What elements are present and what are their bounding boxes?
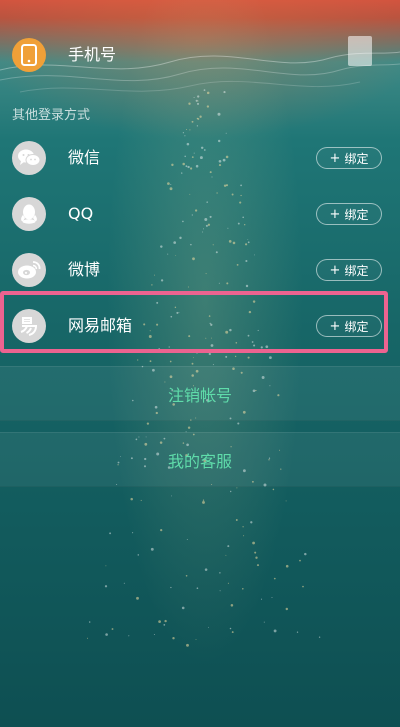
netease-mail-label: 网易邮箱 bbox=[68, 316, 133, 335]
login-row-netease-mail: 网易邮箱 + 绑定 bbox=[0, 298, 400, 354]
phone-icon bbox=[12, 38, 46, 72]
cancel-account-button[interactable]: 注销帐号 bbox=[0, 366, 400, 421]
weibo-icon bbox=[12, 253, 46, 287]
wechat-label: 微信 bbox=[68, 148, 101, 167]
bind-label: 绑定 bbox=[344, 263, 369, 278]
bind-netease-mail-button[interactable]: + 绑定 bbox=[316, 315, 382, 337]
other-login-title: 其他登录方式 bbox=[12, 108, 91, 123]
plus-icon: + bbox=[329, 262, 341, 278]
bind-wechat-button[interactable]: + 绑定 bbox=[316, 147, 382, 169]
login-row-qq: QQ + 绑定 bbox=[0, 186, 400, 242]
bind-label: 绑定 bbox=[344, 207, 369, 222]
login-row-wechat: 微信 + 绑定 bbox=[0, 130, 400, 186]
wechat-icon bbox=[12, 141, 46, 175]
qq-icon bbox=[12, 197, 46, 231]
plus-icon: + bbox=[329, 150, 341, 166]
phone-row[interactable]: 手机号 bbox=[0, 27, 400, 83]
qq-label: QQ bbox=[68, 204, 94, 223]
customer-service-button[interactable]: 我的客服 bbox=[0, 432, 400, 487]
bind-label: 绑定 bbox=[344, 151, 369, 166]
bind-weibo-button[interactable]: + 绑定 bbox=[316, 259, 382, 281]
plus-icon: + bbox=[329, 318, 341, 334]
netease-mail-icon bbox=[12, 309, 46, 343]
bind-label: 绑定 bbox=[344, 319, 369, 334]
phone-label: 手机号 bbox=[68, 45, 117, 64]
bind-qq-button[interactable]: + 绑定 bbox=[316, 203, 382, 225]
plus-icon: + bbox=[329, 206, 341, 222]
weibo-label: 微博 bbox=[68, 260, 101, 279]
login-row-weibo: 微博 + 绑定 bbox=[0, 242, 400, 298]
